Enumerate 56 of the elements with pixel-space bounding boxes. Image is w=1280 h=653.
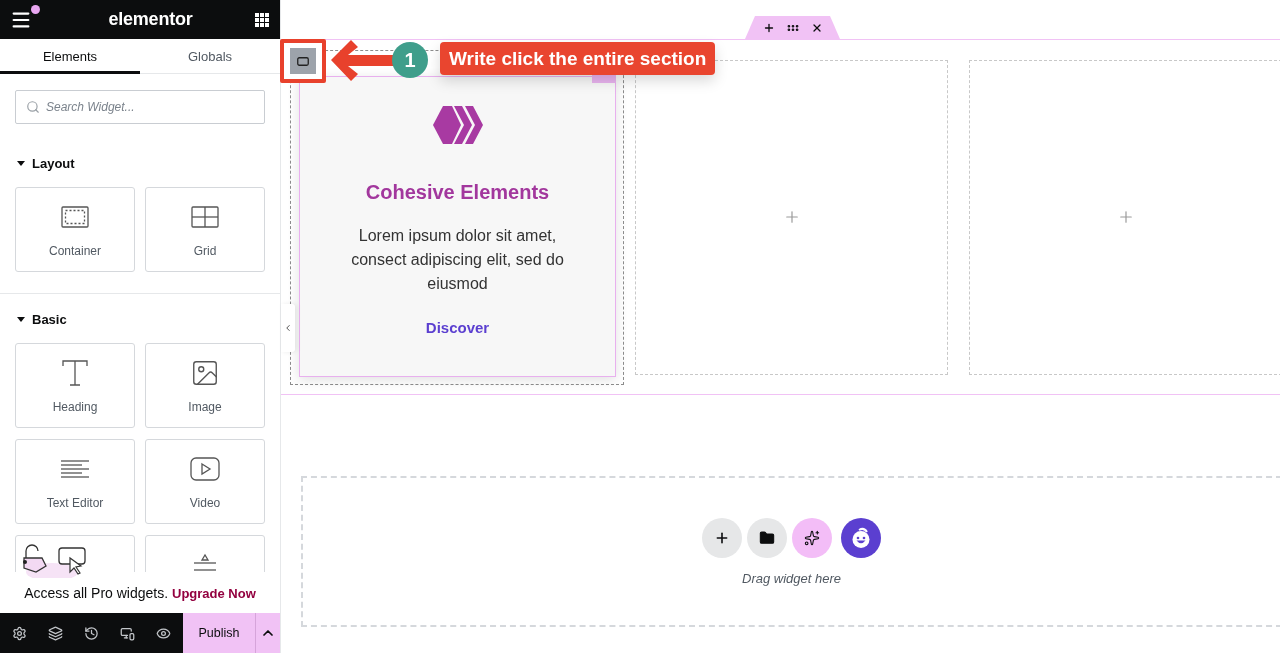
widget-card[interactable]: Text Editor: [15, 439, 135, 524]
responsive-button[interactable]: [119, 625, 135, 641]
ai-button[interactable]: [792, 518, 832, 558]
widget-card[interactable]: Grid: [145, 187, 265, 272]
publish-options-button[interactable]: [255, 613, 280, 653]
apps-button[interactable]: [255, 12, 269, 27]
apps-grid-icon: [255, 12, 269, 27]
divider-icon: [191, 552, 219, 572]
publish-button[interactable]: Publish: [183, 613, 255, 653]
grid-icon: [191, 206, 219, 228]
history-icon: [84, 625, 99, 641]
layers-button[interactable]: [48, 625, 64, 641]
card-text: Lorem ipsum dolor sit amet, consect adipiscing elit, sed do eiusmod: [350, 225, 565, 294]
heading-icon: [61, 359, 89, 387]
add-section-button[interactable]: [762, 21, 775, 34]
plus-icon: [762, 21, 775, 34]
column-handle[interactable]: [290, 48, 316, 74]
folder-icon: [759, 530, 775, 546]
history-button[interactable]: [84, 625, 99, 641]
upgrade-link[interactable]: Upgrade Now: [172, 585, 256, 601]
template-button[interactable]: [747, 518, 787, 558]
settings-button[interactable]: [12, 625, 28, 641]
menu-button[interactable]: [10, 4, 40, 31]
drop-hint: Drag widget here: [742, 571, 841, 587]
widget-card[interactable]: Image: [145, 343, 265, 428]
card-title: Cohesive Elements: [365, 179, 550, 205]
panel-tab[interactable]: Elements: [0, 39, 140, 74]
responsive-icon: [119, 625, 135, 641]
smiley-button[interactable]: [841, 518, 881, 558]
widget-card[interactable]: Heading: [15, 343, 135, 428]
image-icon: [190, 358, 220, 388]
widget-card[interactable]: Container: [15, 187, 135, 272]
promo-text: Access all Pro widgets. Upgrade Now: [24, 584, 256, 601]
category-toggle[interactable]: Layout: [15, 154, 75, 172]
brand-logo: elementor: [108, 9, 193, 30]
eye-icon: [155, 625, 171, 641]
container-icon: [61, 206, 89, 228]
layers-icon: [48, 625, 64, 641]
chevron-left-icon: [283, 323, 293, 333]
category-toggle[interactable]: Basic: [15, 310, 67, 328]
panel-tab[interactable]: Globals: [140, 39, 280, 74]
search-field[interactable]: Search Widget...: [15, 90, 265, 124]
eye-button[interactable]: [155, 625, 171, 641]
plus-icon: [714, 530, 730, 546]
search-icon: [26, 100, 40, 114]
add-button[interactable]: [702, 518, 742, 558]
discover-link[interactable]: Discover: [425, 317, 490, 338]
settings-icon: [12, 625, 28, 641]
play-icon: [190, 457, 220, 481]
drop-zone[interactable]: Drag widget here: [301, 476, 1280, 627]
widget-card[interactable]: Video: [145, 439, 265, 524]
rectangle-icon: [297, 56, 309, 66]
callout-label: Write click the entire section: [440, 42, 716, 75]
text-lines-icon: [60, 459, 90, 479]
smiley-icon: [850, 527, 872, 549]
sparkles-icon: [804, 530, 820, 546]
